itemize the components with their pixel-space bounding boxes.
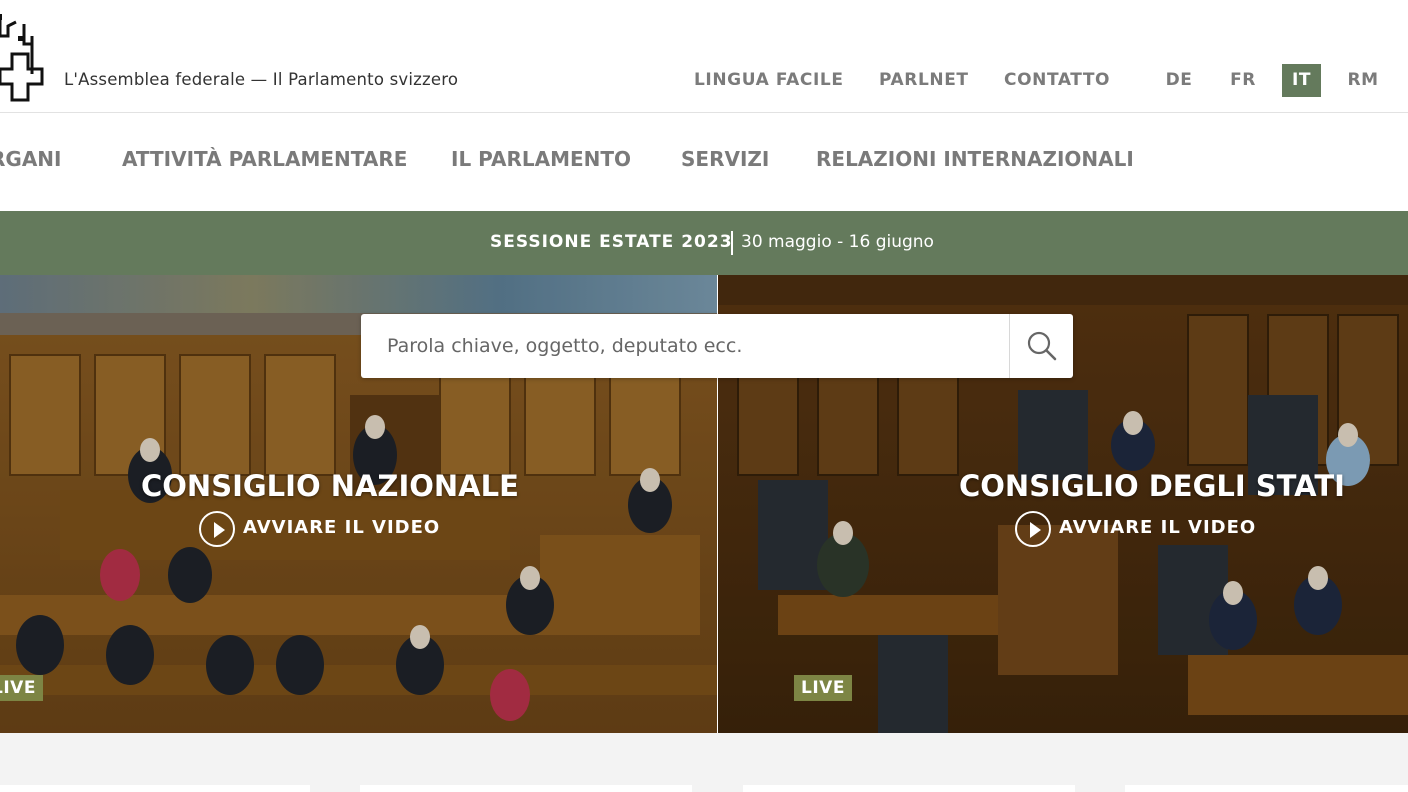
parliament-logo[interactable]	[0, 14, 46, 104]
search-input[interactable]	[361, 314, 1007, 378]
session-banner[interactable]: SESSIONE ESTATE 2023 30 maggio - 16 giug…	[0, 211, 1408, 275]
nav-item-servizi[interactable]: SERVIZI	[681, 147, 769, 171]
live-badge: LIVE	[0, 675, 43, 701]
main-navigation: ORGANI ATTIVITÀ PARLAMENTARE IL PARLAMEN…	[0, 113, 1408, 211]
search-button[interactable]	[1009, 314, 1074, 378]
play-label: AVVIARE IL VIDEO	[1059, 517, 1257, 538]
content-card[interactable]	[1125, 785, 1408, 792]
nav-item-attivita-parlamentare[interactable]: ATTIVITÀ PARLAMENTARE	[122, 147, 407, 171]
nav-item-organi[interactable]: ORGANI	[0, 147, 61, 171]
panel-title-states[interactable]: CONSIGLIO DEGLI STATI	[959, 469, 1345, 503]
link-lingua-facile[interactable]: LINGUA FACILE	[694, 70, 844, 90]
nav-item-il-parlamento[interactable]: IL PARLAMENTO	[451, 147, 631, 171]
live-badge: LIVE	[794, 675, 852, 701]
play-icon	[1015, 511, 1051, 547]
search-box	[361, 314, 1073, 378]
session-title: SESSIONE ESTATE 2023	[490, 232, 733, 252]
link-parlnet[interactable]: PARLNET	[879, 70, 969, 90]
content-area	[0, 733, 1408, 792]
search-icon	[1027, 331, 1057, 361]
site-title[interactable]: L'Assemblea federale — Il Parlamento svi…	[64, 70, 458, 89]
lang-it[interactable]: IT	[1282, 64, 1321, 97]
session-divider	[731, 231, 733, 255]
play-label: AVVIARE IL VIDEO	[243, 517, 441, 538]
panel-title-national[interactable]: CONSIGLIO NAZIONALE	[141, 469, 519, 503]
lang-rm[interactable]: RM	[1344, 64, 1382, 97]
site-header: L'Assemblea federale — Il Parlamento svi…	[0, 0, 1408, 113]
content-card[interactable]	[360, 785, 692, 792]
link-contatto[interactable]: CONTATTO	[1004, 70, 1110, 90]
content-card[interactable]	[743, 785, 1075, 792]
play-icon	[199, 511, 235, 547]
session-dates: 30 maggio - 16 giugno	[741, 232, 934, 252]
content-card[interactable]	[0, 785, 310, 792]
lang-de[interactable]: DE	[1160, 64, 1198, 97]
lang-fr[interactable]: FR	[1224, 64, 1262, 97]
nav-item-relazioni-internazionali[interactable]: RELAZIONI INTERNAZIONALI	[816, 147, 1134, 171]
